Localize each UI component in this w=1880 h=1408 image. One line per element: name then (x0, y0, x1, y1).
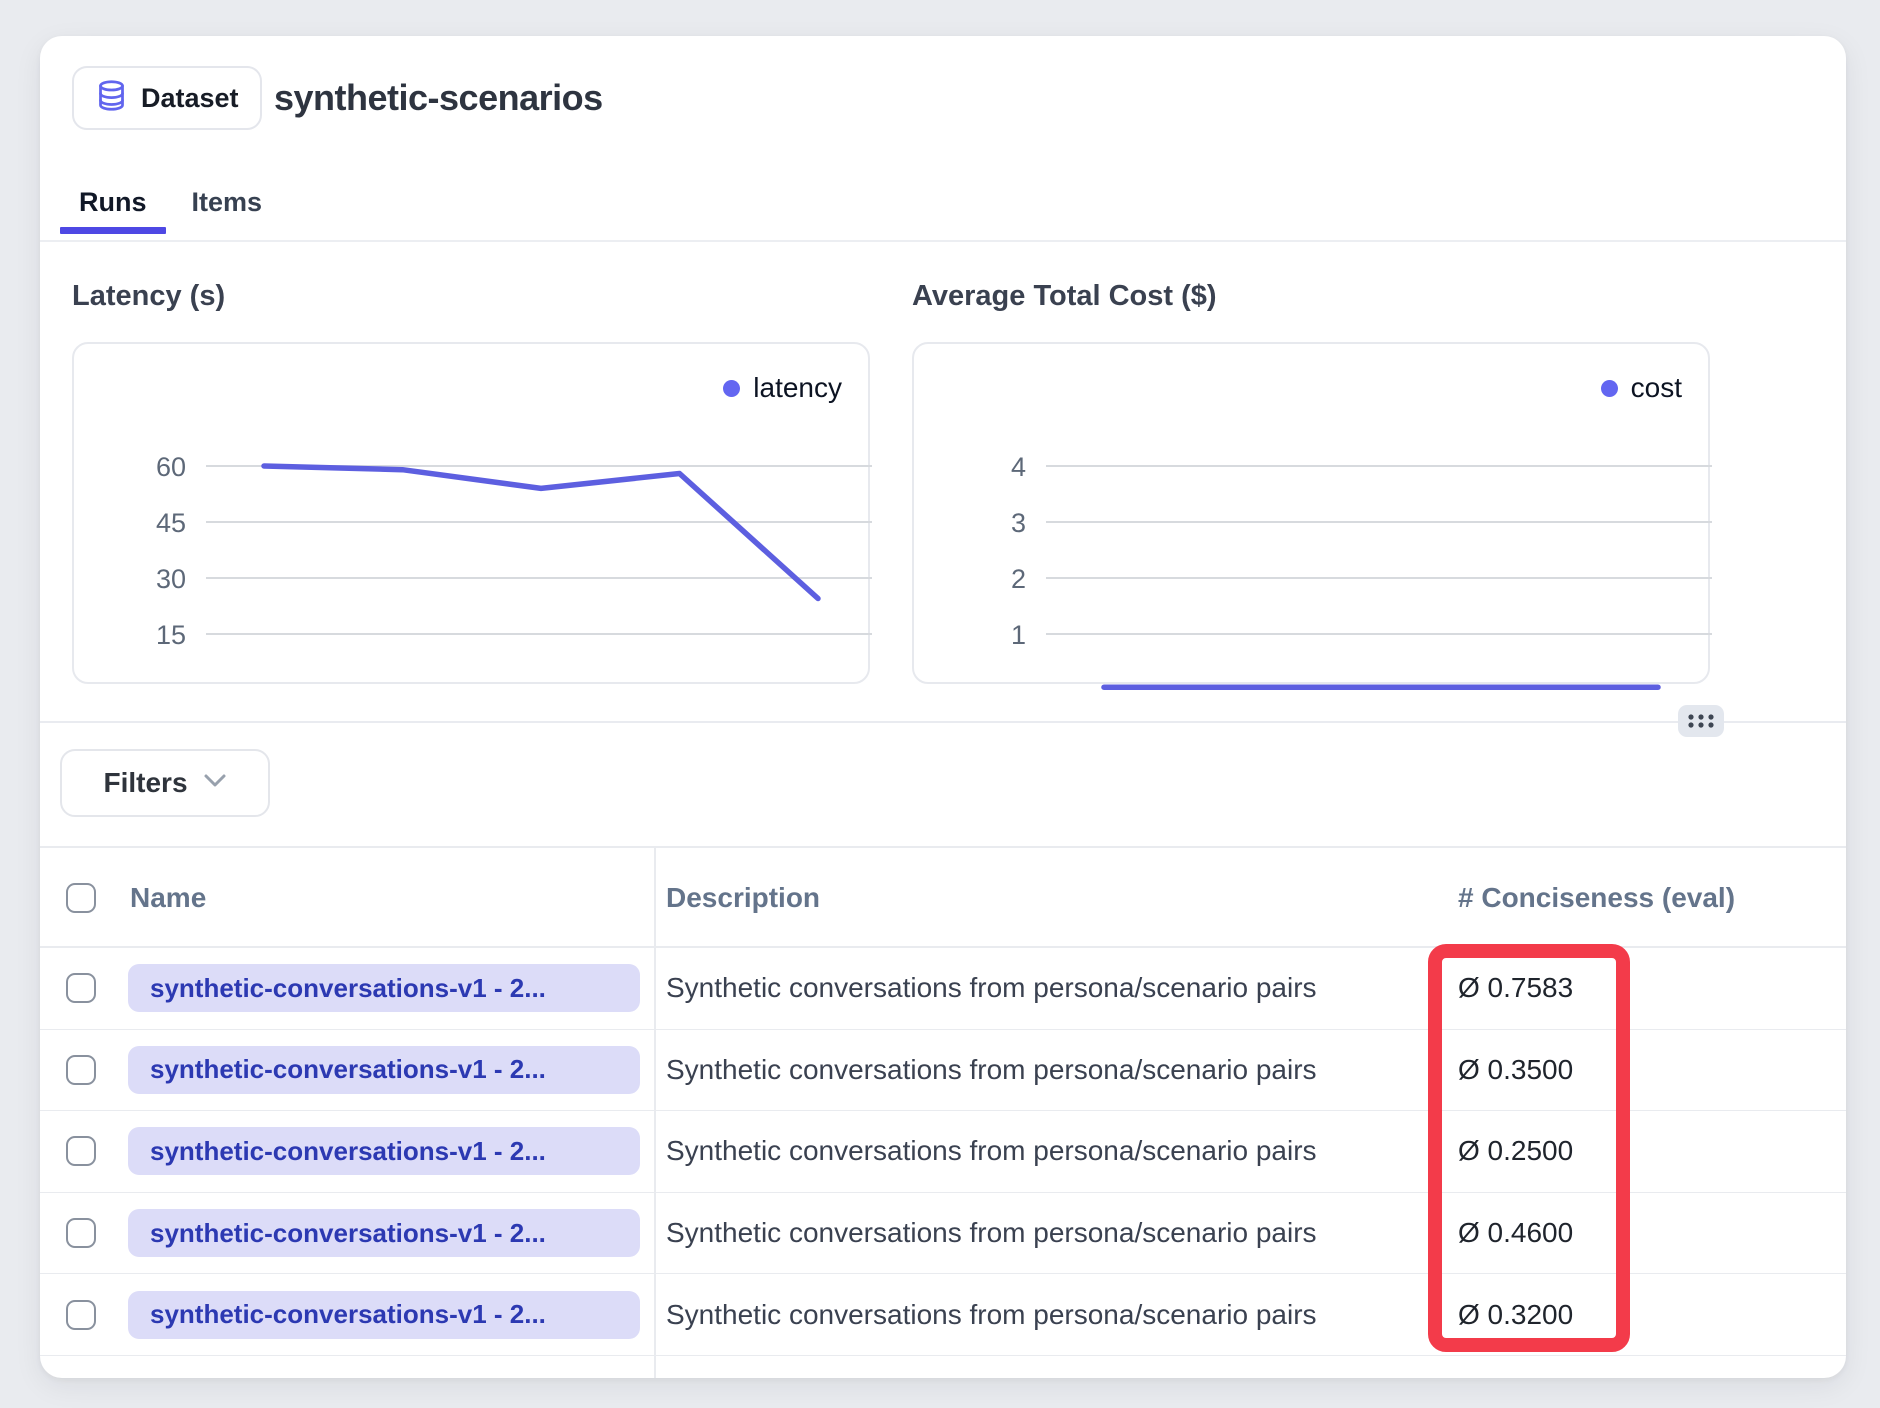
svg-text:45: 45 (156, 508, 186, 538)
dataset-type-badge: Dataset (72, 66, 262, 130)
row-checkbox[interactable] (66, 1136, 96, 1166)
chevron-down-icon (203, 773, 227, 793)
table-row: synthetic-conversations-v1 - 2... Synthe… (40, 1111, 1846, 1193)
latency-chart: 60 45 30 15 latency (72, 342, 870, 684)
svg-text:1: 1 (1011, 620, 1026, 650)
cost-legend-label: cost (1631, 372, 1682, 404)
cost-legend[interactable]: cost (1601, 372, 1682, 404)
tab-items[interactable]: Items (192, 170, 263, 234)
run-name-chip[interactable]: synthetic-conversations-v1 - 2... (128, 1046, 640, 1094)
run-name-chip[interactable]: synthetic-conversations-v1 - 2... (128, 1209, 640, 1257)
table-row: synthetic-conversations-v1 - 2... Synthe… (40, 1193, 1846, 1275)
table-row: synthetic-conversations-v1 - 2... Synthe… (40, 948, 1846, 1030)
latency-legend-label: latency (753, 372, 842, 404)
latency-legend[interactable]: latency (723, 372, 842, 404)
run-conciseness-value: Ø 0.2500 (1458, 1135, 1573, 1167)
svg-text:15: 15 (156, 620, 186, 650)
run-description: Synthetic conversations from persona/sce… (666, 1135, 1317, 1167)
run-conciseness-value: Ø 0.3500 (1458, 1054, 1573, 1086)
grid-dots-icon (1684, 711, 1718, 731)
run-conciseness-value: Ø 0.3200 (1458, 1299, 1573, 1331)
run-description: Synthetic conversations from persona/sce… (666, 1299, 1317, 1331)
section-divider (40, 721, 1846, 723)
resize-drag-handle[interactable] (1678, 705, 1724, 737)
row-checkbox[interactable] (66, 1055, 96, 1085)
filters-button[interactable]: Filters (60, 749, 270, 817)
run-conciseness-value: Ø 0.4600 (1458, 1217, 1573, 1249)
latency-legend-dot-icon (723, 380, 740, 397)
column-header-name: Name (130, 848, 206, 948)
table-header-row: Name Description # Conciseness (eval) (40, 846, 1846, 948)
svg-text:30: 30 (156, 564, 186, 594)
table-column-divider (654, 846, 656, 1378)
header-divider (40, 240, 1846, 242)
column-header-description: Description (666, 848, 820, 948)
tab-runs[interactable]: Runs (60, 170, 166, 234)
tab-bar: Runs Items (60, 170, 262, 234)
svg-text:4: 4 (1011, 452, 1026, 482)
run-description: Synthetic conversations from persona/sce… (666, 1217, 1317, 1249)
badge-label: Dataset (141, 83, 239, 114)
row-checkbox[interactable] (66, 973, 96, 1003)
run-name-chip[interactable]: synthetic-conversations-v1 - 2... (128, 964, 640, 1012)
cost-chart: 4 3 2 1 cost (912, 342, 1710, 684)
page-title: synthetic-scenarios (274, 66, 603, 130)
run-description: Synthetic conversations from persona/sce… (666, 972, 1317, 1004)
svg-text:2: 2 (1011, 564, 1026, 594)
run-name-chip[interactable]: synthetic-conversations-v1 - 2... (128, 1291, 640, 1339)
run-description: Synthetic conversations from persona/sce… (666, 1054, 1317, 1086)
select-all-checkbox[interactable] (66, 883, 96, 913)
latency-chart-title: Latency (s) (72, 276, 225, 316)
cost-legend-dot-icon (1601, 380, 1618, 397)
column-header-conciseness: # Conciseness (eval) (1458, 848, 1735, 948)
svg-text:60: 60 (156, 452, 186, 482)
table-row: synthetic-conversations-v1 - 2... Synthe… (40, 1274, 1846, 1356)
run-conciseness-value: Ø 0.7583 (1458, 972, 1573, 1004)
cost-chart-title: Average Total Cost ($) (912, 276, 1217, 316)
database-icon (95, 77, 128, 119)
cost-line-plot: 4 3 2 1 (914, 344, 1712, 686)
row-checkbox[interactable] (66, 1300, 96, 1330)
table-row: synthetic-conversations-v1 - 2... Synthe… (40, 1030, 1846, 1112)
row-checkbox[interactable] (66, 1218, 96, 1248)
dataset-page-card: Dataset synthetic-scenarios Runs Items L… (40, 36, 1846, 1378)
screen: Dataset synthetic-scenarios Runs Items L… (0, 0, 1880, 1408)
filters-label: Filters (103, 767, 187, 799)
svg-text:3: 3 (1011, 508, 1026, 538)
run-name-chip[interactable]: synthetic-conversations-v1 - 2... (128, 1127, 640, 1175)
runs-table: Name Description # Conciseness (eval) sy… (40, 846, 1846, 1378)
